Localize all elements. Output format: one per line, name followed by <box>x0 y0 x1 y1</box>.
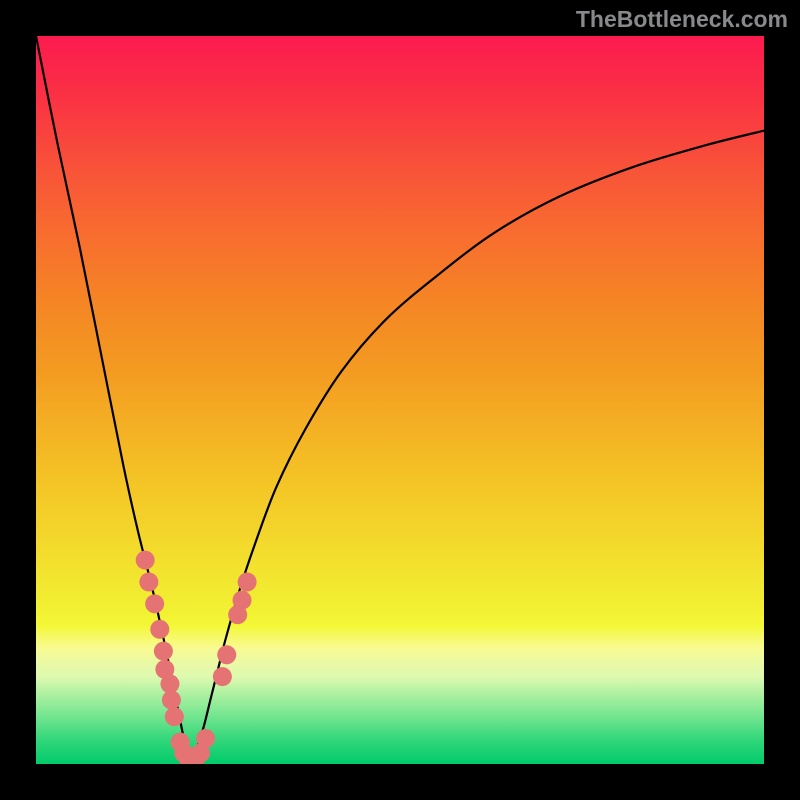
data-marker <box>145 594 164 613</box>
marker-layer <box>136 551 257 764</box>
data-marker <box>139 573 158 592</box>
data-marker <box>217 645 236 664</box>
curve-layer <box>36 36 764 764</box>
data-marker <box>213 667 232 686</box>
data-marker <box>150 620 169 639</box>
data-marker <box>165 707 184 726</box>
bottleneck-curve-path <box>36 36 764 764</box>
data-marker <box>154 642 173 661</box>
data-marker <box>233 591 252 610</box>
data-marker <box>238 573 257 592</box>
data-marker <box>136 551 155 570</box>
data-marker <box>196 729 215 748</box>
curve-svg <box>36 36 764 764</box>
data-marker <box>162 690 181 709</box>
outer-frame: TheBottleneck.com <box>0 0 800 800</box>
plot-area <box>36 36 764 764</box>
watermark-text: TheBottleneck.com <box>576 6 788 33</box>
